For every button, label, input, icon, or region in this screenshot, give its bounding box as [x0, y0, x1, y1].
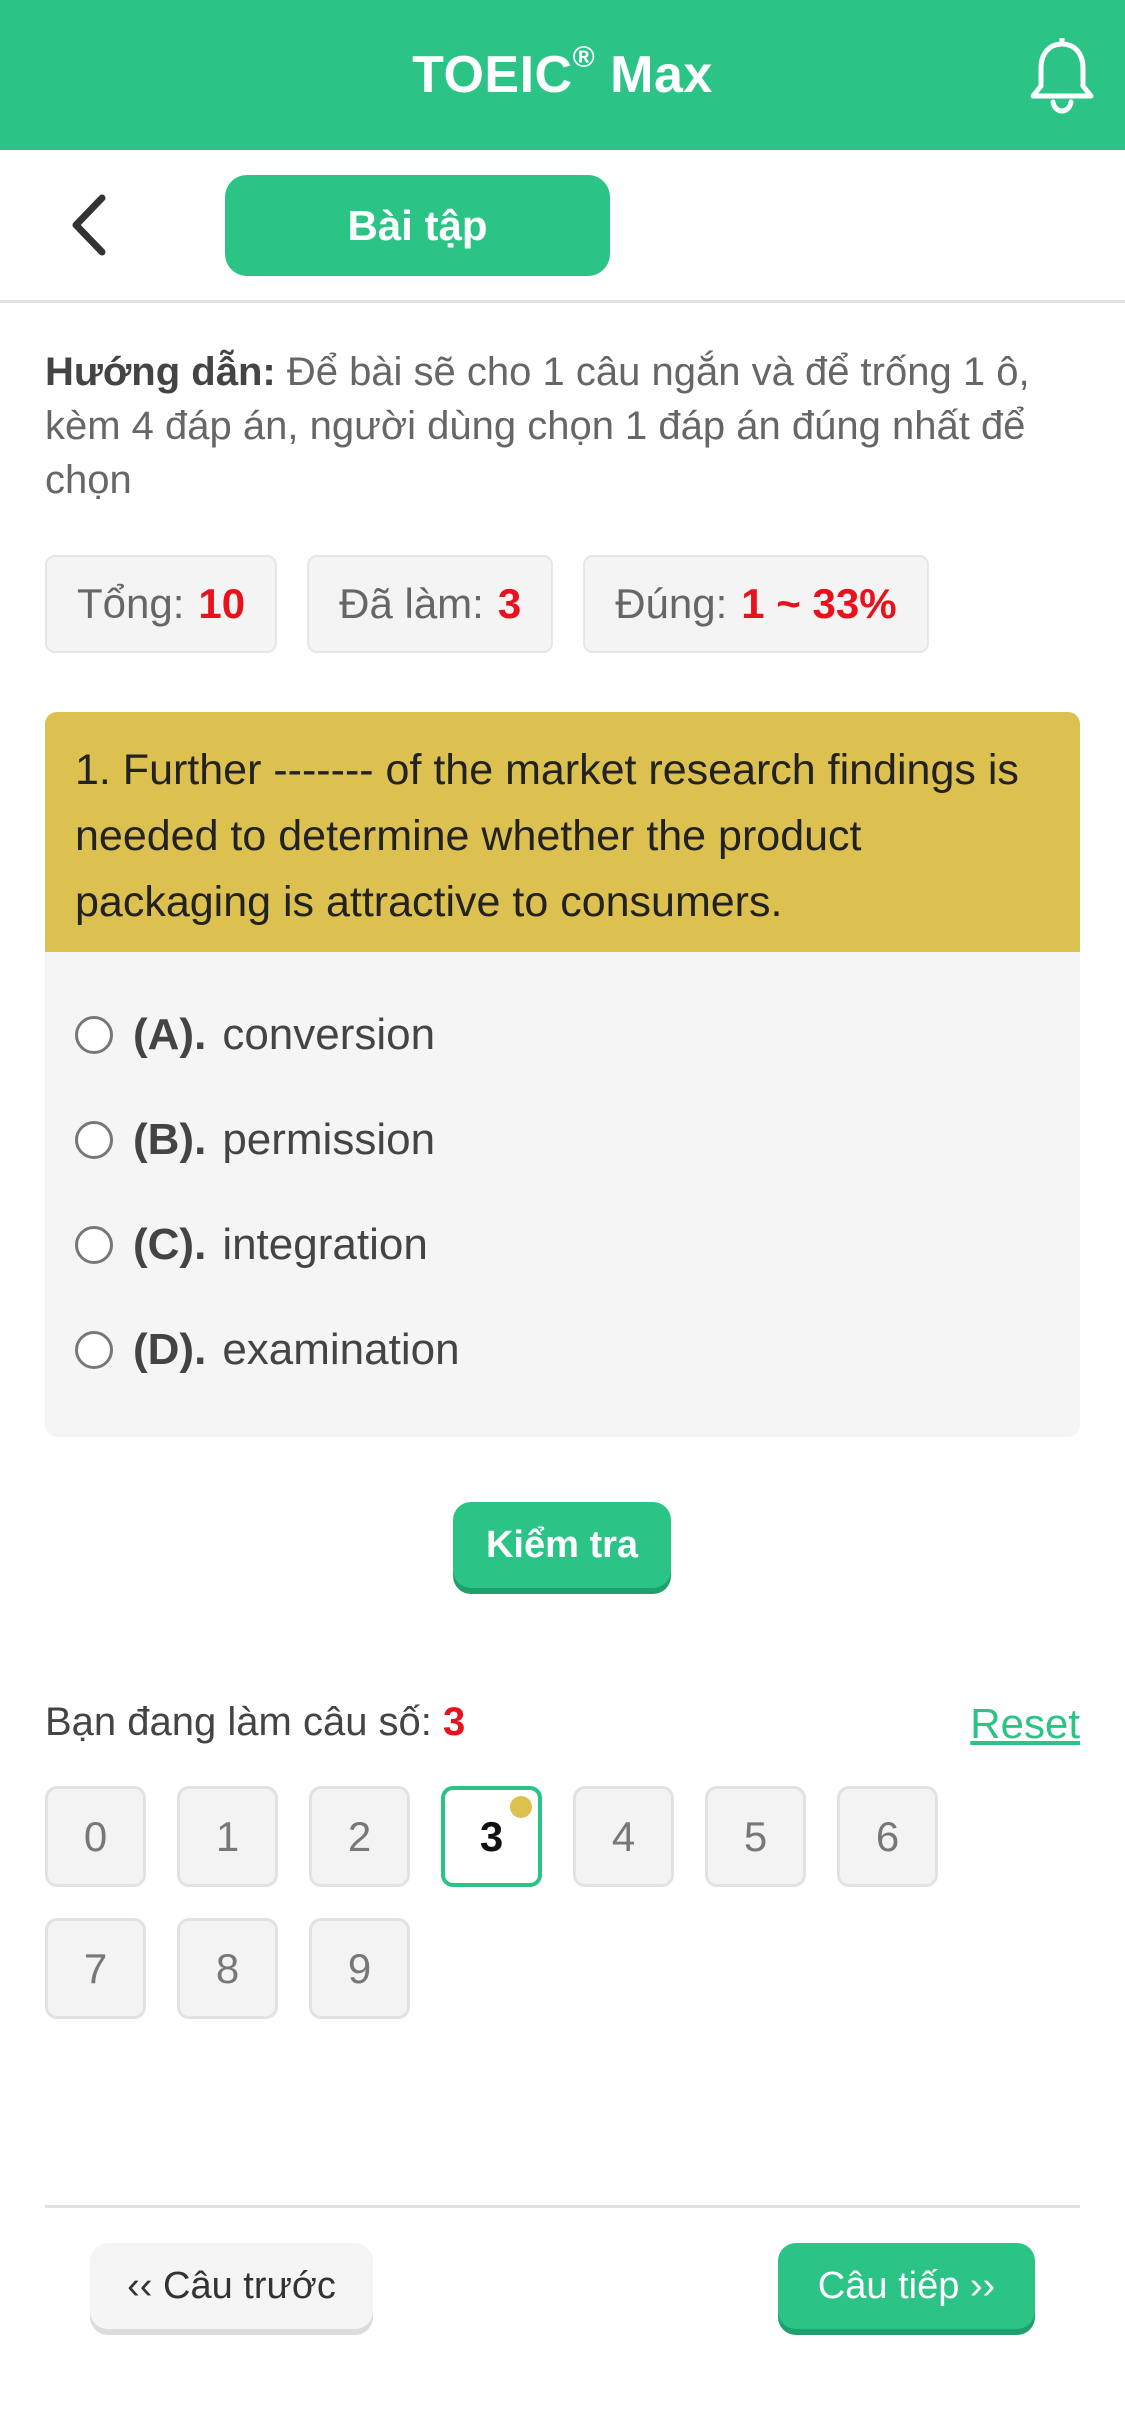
bell-icon[interactable]	[1027, 35, 1097, 114]
reset-link[interactable]: Reset	[970, 1700, 1080, 1748]
question-number-grid: 0 1 2 3 4 5 6 7 8 9	[45, 1786, 1045, 2019]
back-arrow-icon[interactable]	[60, 190, 120, 260]
question-number-button[interactable]: 7	[45, 1918, 146, 2019]
question-number-button[interactable]: 4	[573, 1786, 674, 1887]
current-dot-icon	[510, 1796, 532, 1818]
option-a[interactable]: (A). conversion	[45, 982, 1080, 1087]
question-number-button-active[interactable]: 3	[441, 1786, 542, 1887]
option-b[interactable]: (B). permission	[45, 1087, 1080, 1192]
option-d[interactable]: (D). examination	[45, 1297, 1080, 1402]
stats-row: Tổng: 10 Đã làm: 3 Đúng: 1 ~ 33%	[45, 555, 929, 653]
stat-total: Tổng: 10	[45, 555, 278, 653]
check-button[interactable]: Kiểm tra	[453, 1502, 671, 1588]
radio-icon[interactable]	[75, 1225, 113, 1264]
instructions-label: Hướng dẫn:	[45, 350, 276, 394]
next-question-button[interactable]: Câu tiếp ››	[778, 2243, 1035, 2329]
question-text: 1. Further ------- of the market researc…	[45, 712, 1080, 952]
question-number-button[interactable]: 8	[177, 1918, 278, 2019]
radio-icon[interactable]	[75, 1330, 113, 1369]
tab-exercise[interactable]: Bài tập	[225, 175, 610, 276]
stat-done: Đã làm: 3	[307, 555, 554, 653]
question-number-button[interactable]: 9	[309, 1918, 410, 2019]
previous-question-button[interactable]: ‹‹ Câu trước	[90, 2243, 373, 2329]
question-card: 1. Further ------- of the market researc…	[45, 712, 1080, 1437]
app-bar: TOEIC® Max	[0, 0, 1125, 150]
question-number-button[interactable]: 1	[177, 1786, 278, 1887]
sub-header: Bài tập	[0, 150, 1125, 303]
radio-icon[interactable]	[75, 1015, 113, 1054]
question-number-button[interactable]: 0	[45, 1786, 146, 1887]
question-number-button[interactable]: 6	[837, 1786, 938, 1887]
option-c[interactable]: (C). integration	[45, 1192, 1080, 1297]
instructions: Hướng dẫn: Để bài sẽ cho 1 câu ngắn và đ…	[45, 345, 1085, 507]
stat-correct: Đúng: 1 ~ 33%	[583, 555, 929, 653]
current-question-label: Bạn đang làm câu số: 3	[45, 1700, 466, 1744]
answer-options: (A). conversion (B). permission (C). integr…	[45, 952, 1080, 1402]
question-number-button[interactable]: 5	[705, 1786, 806, 1887]
footer-divider	[45, 2205, 1080, 2208]
question-number-button[interactable]: 2	[309, 1786, 410, 1887]
radio-icon[interactable]	[75, 1120, 113, 1159]
app-title: TOEIC® Max	[412, 41, 713, 104]
